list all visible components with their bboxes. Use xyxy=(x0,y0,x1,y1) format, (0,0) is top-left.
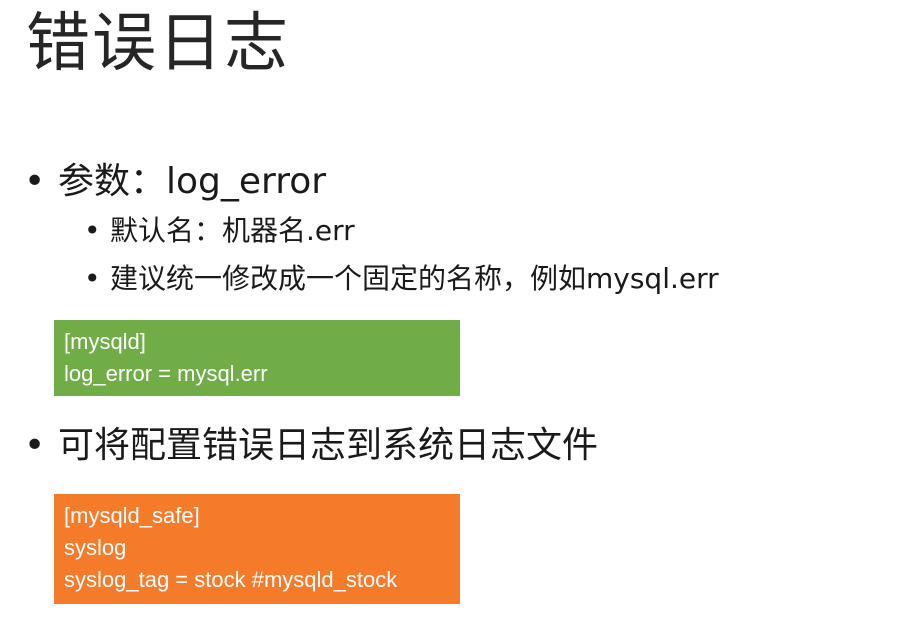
sub-bullet-recommendation: • 建议统一修改成一个固定的名称，例如mysql.err xyxy=(84,262,719,296)
config-line: syslog xyxy=(64,535,127,560)
config-block-mysqld: [mysqld] log_error = mysql.err xyxy=(54,320,460,396)
bullet-dot: • xyxy=(24,425,46,466)
sub-bullet-text: 默认名：机器名.err xyxy=(110,214,355,247)
bullet-dot: • xyxy=(84,262,101,295)
sub-bullet-text: 建议统一修改成一个固定的名称，例如mysql.err xyxy=(110,262,719,295)
config-line: syslog_tag = stock #mysqld_stock xyxy=(64,567,398,592)
sub-bullet-default-name: • 默认名：机器名.err xyxy=(84,214,355,248)
config-line: log_error = mysql.err xyxy=(64,361,268,386)
bullet-syslog: • 可将配置错误日志到系统日志文件 xyxy=(24,424,599,467)
bullet-dot: • xyxy=(24,161,46,202)
config-line: [mysqld] xyxy=(64,329,146,354)
bullet-text: 参数：log_error xyxy=(58,161,327,202)
bullet-parameter: • 参数：log_error xyxy=(24,160,327,203)
slide-title: 错误日志 xyxy=(26,7,290,81)
config-block-mysqld-safe: [mysqld_safe] syslog syslog_tag = stock … xyxy=(54,494,460,604)
bullet-text: 可将配置错误日志到系统日志文件 xyxy=(58,425,599,466)
config-line: [mysqld_safe] xyxy=(64,503,200,528)
bullet-dot: • xyxy=(84,214,101,247)
